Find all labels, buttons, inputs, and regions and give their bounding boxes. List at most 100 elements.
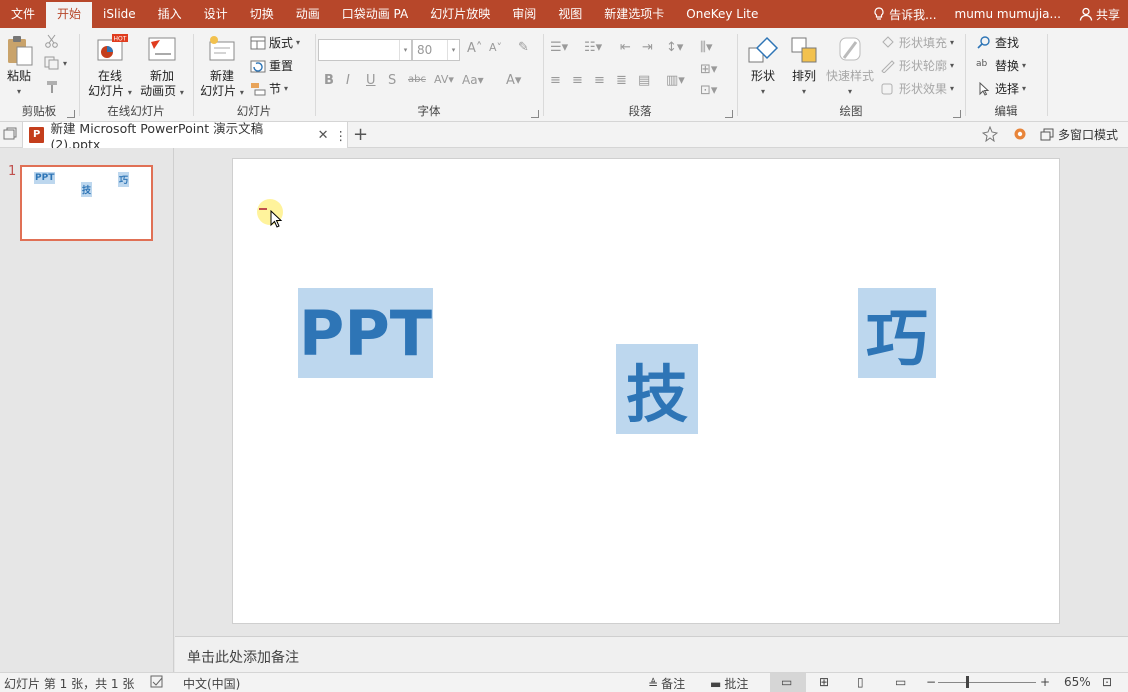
distributed-icon[interactable]: ▤ — [638, 73, 650, 88]
tab-animations[interactable]: 动画 — [285, 0, 331, 28]
format-painter-button[interactable] — [44, 80, 60, 94]
group-paragraph-label: 段落 — [628, 104, 652, 118]
font-size-input[interactable]: 80 ▾ — [412, 39, 460, 61]
zoom-slider-thumb[interactable] — [966, 676, 969, 688]
align-left-icon[interactable]: ≡ — [550, 73, 561, 88]
notes-toggle-button[interactable]: ≜ 备注 — [648, 675, 685, 692]
tab-more-icon[interactable]: ⋮ — [335, 128, 348, 143]
online-slides-button[interactable]: HOT 在线 幻灯片 ▾ — [84, 34, 136, 100]
align-text-icon[interactable]: ⊞▾ — [700, 62, 717, 77]
tab-design[interactable]: 设计 — [193, 0, 239, 28]
justify-icon[interactable]: ≣ — [616, 73, 627, 88]
notes-pane[interactable]: 单击此处添加备注 — [175, 636, 1128, 672]
paste-button[interactable]: 粘贴 ▾ — [4, 34, 34, 99]
font-size-dropdown-icon[interactable]: ▾ — [447, 40, 459, 60]
comments-toggle-button[interactable]: ▬ 批注 — [710, 675, 748, 692]
tab-transitions[interactable]: 切换 — [239, 0, 285, 28]
clear-format-icon[interactable]: ✎ — [518, 40, 529, 55]
tab-file[interactable]: 文件 — [0, 0, 46, 28]
italic-icon[interactable]: I — [346, 73, 350, 88]
text-box-ji[interactable]: 技 — [616, 344, 698, 434]
slide[interactable]: PPT 技 巧 — [232, 158, 1060, 624]
new-animation-page-button[interactable]: 新加 动画页 ▾ — [136, 34, 188, 100]
tab-view[interactable]: 视图 — [547, 0, 593, 28]
bullets-icon[interactable]: ☰▾ — [550, 40, 568, 55]
bold-icon[interactable]: B — [324, 73, 334, 88]
settings-gear-icon[interactable] — [1012, 126, 1028, 145]
line-spacing-icon[interactable]: ↕▾ — [666, 40, 683, 55]
cursor-icon — [976, 81, 992, 96]
new-slide-button[interactable]: 新建 幻灯片 ▾ — [196, 34, 248, 100]
tab-new-tab[interactable]: 新建选项卡 — [593, 0, 675, 28]
font-name-dropdown-icon[interactable]: ▾ — [399, 40, 411, 60]
font-launcher-icon[interactable] — [531, 110, 539, 118]
columns-icon[interactable]: ▥▾ — [666, 73, 685, 88]
paragraph-launcher-icon[interactable] — [725, 110, 733, 118]
close-tab-icon[interactable]: ✕ — [318, 128, 329, 143]
arrange-button[interactable]: 排列 ▾ — [784, 34, 824, 99]
document-tab[interactable]: P 新建 Microsoft PowerPoint 演示文稿 (2).pptx … — [22, 121, 348, 152]
text-box-qiao[interactable]: 巧 — [858, 288, 936, 378]
spellcheck-icon[interactable] — [150, 675, 164, 692]
quick-styles-button[interactable]: 快速样式 ▾ — [824, 34, 876, 99]
shape-fill-button[interactable]: 形状填充 ▾ — [880, 34, 954, 51]
fit-to-window-icon[interactable]: ⊡ — [1102, 675, 1112, 689]
find-label: 查找 — [995, 36, 1020, 50]
tab-review[interactable]: 审阅 — [501, 0, 547, 28]
char-spacing-icon[interactable]: AV▾ — [434, 73, 454, 86]
layout-button[interactable]: 版式 ▾ — [250, 34, 300, 51]
new-tab-icon[interactable]: + — [353, 124, 368, 145]
zoom-out-icon[interactable]: − — [926, 675, 936, 689]
replace-button[interactable]: ab 替换 ▾ — [976, 57, 1026, 74]
shape-effects-button[interactable]: 形状效果 ▾ — [880, 80, 954, 97]
shadow-icon[interactable]: S — [388, 73, 396, 88]
clipboard-launcher-icon[interactable] — [67, 110, 75, 118]
share-button[interactable]: 共享 — [1071, 6, 1128, 23]
font-name-input[interactable]: ▾ — [318, 39, 412, 61]
drawing-launcher-icon[interactable] — [953, 110, 961, 118]
grow-font-icon[interactable]: A˄ — [467, 41, 482, 56]
change-case-icon[interactable]: Aa▾ — [462, 73, 484, 87]
pin-icon[interactable] — [981, 125, 999, 145]
slide-sorter-icon[interactable]: ⊞ — [819, 675, 829, 689]
shape-outline-button[interactable]: 形状轮廓 ▾ — [880, 57, 954, 74]
zoom-slider[interactable] — [938, 682, 1036, 683]
slide-thumbnail[interactable]: PPT 技 巧 — [20, 165, 153, 241]
strikethrough-icon[interactable]: abc — [408, 74, 426, 85]
decrease-indent-icon[interactable]: ⇤ — [620, 40, 631, 55]
user-account[interactable]: mumu mumujia... — [945, 7, 1071, 21]
document-tab-bar: P 新建 Microsoft PowerPoint 演示文稿 (2).pptx … — [0, 121, 1128, 152]
align-right-icon[interactable]: ≡ — [594, 73, 605, 88]
zoom-in-icon[interactable]: + — [1040, 675, 1050, 689]
cut-button[interactable] — [44, 34, 60, 48]
reading-view-icon[interactable]: ▯ — [857, 675, 864, 689]
text-box-ppt[interactable]: PPT — [298, 288, 433, 378]
underline-icon[interactable]: U — [366, 73, 376, 88]
slideshow-icon[interactable]: ▭ — [895, 675, 906, 689]
font-color-icon[interactable]: A▾ — [506, 73, 521, 88]
reset-button[interactable]: 重置 — [250, 57, 293, 74]
tab-list-icon[interactable] — [3, 127, 17, 144]
tab-insert[interactable]: 插入 — [147, 0, 193, 28]
tab-islide[interactable]: iSlide — [92, 0, 147, 28]
copy-button[interactable]: ▾ — [44, 56, 67, 70]
shapes-button[interactable]: 形状 ▾ — [742, 34, 784, 99]
select-button[interactable]: 选择 ▾ — [976, 80, 1026, 97]
tab-home[interactable]: 开始 — [46, 2, 93, 28]
language-indicator[interactable]: 中文(中国) — [183, 675, 240, 692]
tab-slideshow[interactable]: 幻灯片放映 — [419, 0, 501, 28]
tell-me-box[interactable]: 告诉我... — [865, 6, 944, 23]
zoom-level[interactable]: 65% — [1064, 675, 1091, 689]
multi-window-button[interactable]: 多窗口模式 — [1040, 126, 1118, 143]
tab-pocket-animation[interactable]: 口袋动画 PA — [331, 0, 420, 28]
shrink-font-icon[interactable]: A˅ — [489, 41, 502, 54]
section-button[interactable]: 节 ▾ — [250, 80, 288, 97]
find-button[interactable]: 查找 — [976, 34, 1019, 51]
numbering-icon[interactable]: ☷▾ — [584, 40, 602, 55]
text-direction-icon[interactable]: ⫼▾ — [700, 40, 713, 55]
increase-indent-icon[interactable]: ⇥ — [642, 40, 653, 55]
tab-onekey-lite[interactable]: OneKey Lite — [675, 0, 769, 28]
smartart-icon[interactable]: ⊡▾ — [700, 83, 717, 98]
arrange-icon — [788, 34, 820, 66]
align-center-icon[interactable]: ≡ — [572, 73, 583, 88]
